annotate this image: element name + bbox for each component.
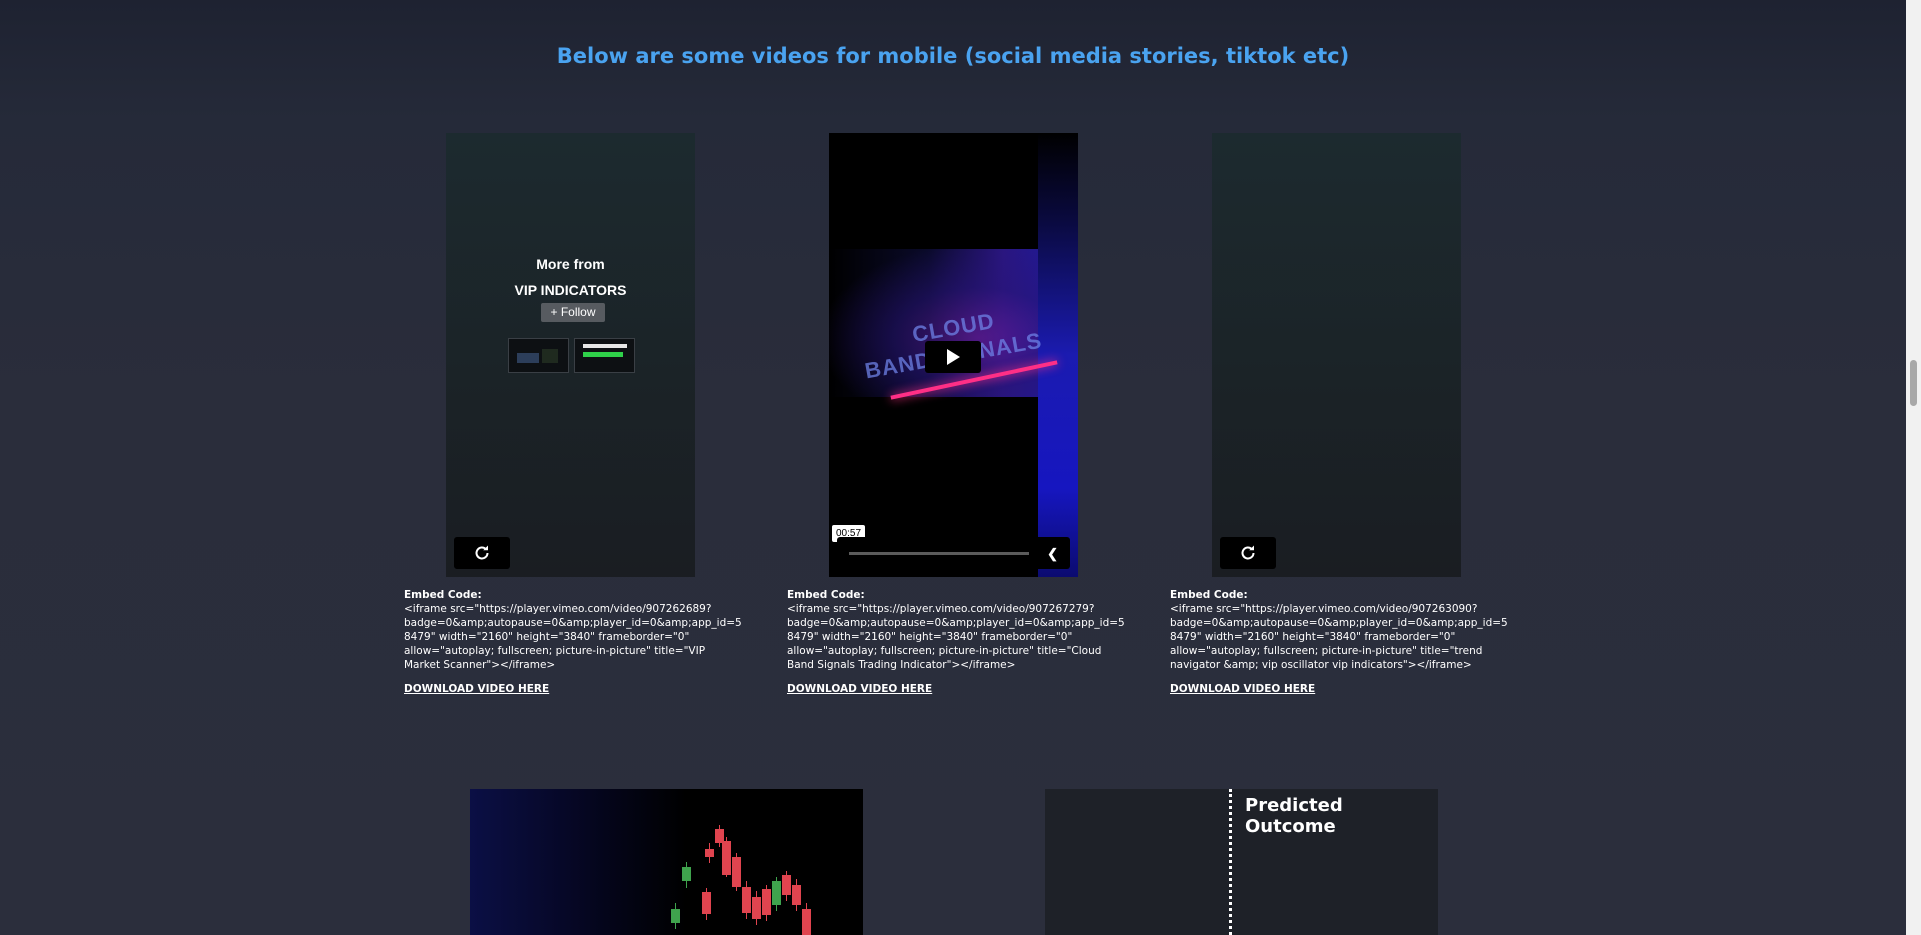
candle xyxy=(802,903,811,935)
embed-code-label: Embed Code: xyxy=(1170,589,1248,601)
play-icon xyxy=(947,349,960,365)
candle xyxy=(752,891,761,925)
divider-line xyxy=(1229,789,1232,935)
candle xyxy=(671,903,680,929)
channel-name[interactable]: VIP INDICATORS xyxy=(446,282,695,298)
candle xyxy=(742,881,751,919)
embed-code-text[interactable]: <iframe src="https://player.vimeo.com/vi… xyxy=(787,602,1127,672)
progress-bar[interactable] xyxy=(849,552,1029,555)
replay-icon xyxy=(1241,545,1255,560)
page: Below are some videos for mobile (social… xyxy=(0,0,1906,935)
video-preview-candlestick[interactable] xyxy=(470,789,863,935)
scrollbar-thumb[interactable] xyxy=(1910,360,1917,406)
candle xyxy=(792,879,801,911)
follow-button[interactable]: + Follow xyxy=(541,303,605,322)
embed-block: Embed Code: <iframe src="https://player.… xyxy=(1170,588,1510,696)
more-from-label: More from xyxy=(536,256,605,272)
candle xyxy=(722,837,731,877)
player-controls: ❮ xyxy=(837,537,1070,569)
candle xyxy=(682,862,691,888)
embed-code-label: Embed Code: xyxy=(787,589,865,601)
candle xyxy=(772,877,781,911)
embed-code-text[interactable]: <iframe src="https://player.vimeo.com/vi… xyxy=(404,602,744,672)
replay-button[interactable] xyxy=(454,537,510,569)
thumbnail-graphic xyxy=(583,344,627,348)
embed-code-text[interactable]: <iframe src="https://player.vimeo.com/vi… xyxy=(1170,602,1510,672)
thumbnail-graphic xyxy=(517,353,539,363)
section-heading: Below are some videos for mobile (social… xyxy=(556,44,1350,68)
embed-code-label: Embed Code: xyxy=(404,589,482,601)
vertical-scrollbar[interactable] xyxy=(1906,0,1921,935)
preview-title: Predicted Outcome xyxy=(1245,795,1343,837)
download-video-link[interactable]: DOWNLOAD VIDEO HERE xyxy=(787,682,932,696)
replay-button[interactable] xyxy=(1220,537,1276,569)
download-video-link[interactable]: DOWNLOAD VIDEO HERE xyxy=(404,682,549,696)
embed-block: Embed Code: <iframe src="https://player.… xyxy=(404,588,744,696)
candle xyxy=(732,853,741,891)
replay-icon xyxy=(475,545,489,560)
related-video-thumbnail[interactable] xyxy=(574,338,635,373)
video-preview-predicted-outcome[interactable]: Predicted Outcome xyxy=(1045,789,1438,935)
video-player-trend-navigator[interactable] xyxy=(1212,133,1461,577)
thumbnail-graphic xyxy=(583,352,623,357)
video-player-cloud-band-signals[interactable]: CLOUD BAND SIGNALS 00:57 ❮ xyxy=(829,133,1078,577)
download-video-link[interactable]: DOWNLOAD VIDEO HERE xyxy=(1170,682,1315,696)
candle xyxy=(702,888,711,920)
chevron-left-icon[interactable]: ❮ xyxy=(1047,546,1058,562)
related-video-thumbnail[interactable] xyxy=(508,338,569,373)
candle xyxy=(705,843,714,863)
candle xyxy=(762,885,771,921)
video-poster-glow xyxy=(1038,133,1078,577)
video-player-vip-market-scanner[interactable]: More from VIP INDICATORS + Follow xyxy=(446,133,695,577)
thumbnail-graphic xyxy=(542,349,558,363)
embed-block: Embed Code: <iframe src="https://player.… xyxy=(787,588,1127,696)
play-button[interactable] xyxy=(925,341,981,373)
candle xyxy=(782,871,791,901)
